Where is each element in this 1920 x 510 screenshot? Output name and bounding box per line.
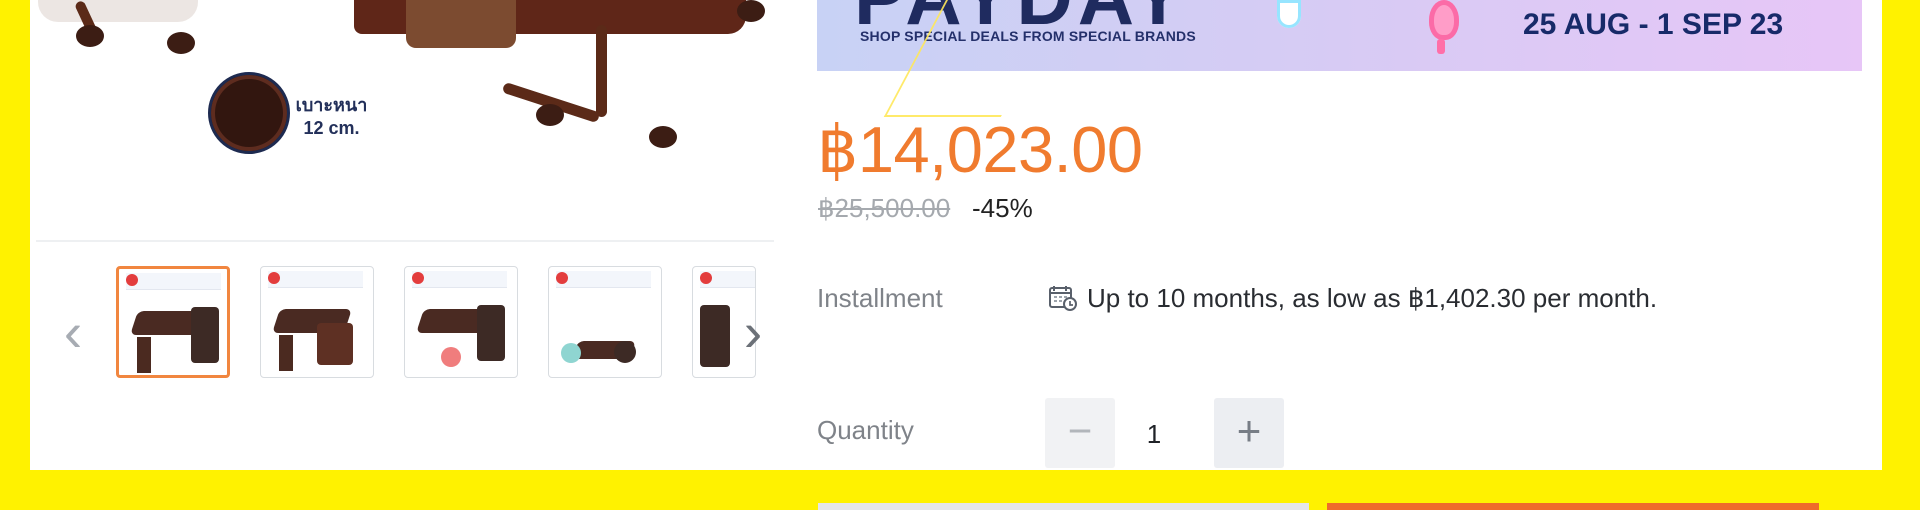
current-price: ฿14,023.00 <box>817 113 1143 186</box>
storage-box-thumbnail <box>477 305 505 361</box>
thumbnail-3[interactable] <box>404 266 518 378</box>
quantity-increase-button[interactable]: + <box>1214 398 1284 468</box>
partial-bottom-action-gray[interactable] <box>818 503 1309 510</box>
wheel-icon <box>649 126 677 148</box>
pink-balloon-icon <box>1429 0 1459 54</box>
discount-percent: -45% <box>972 193 1033 223</box>
wheel-icon <box>76 25 104 47</box>
quantity-label: Quantity <box>817 415 914 445</box>
thumbnail-header-strip <box>556 271 651 288</box>
product-purchase-panel: PAYDAY SHOP SPECIAL DEALS FROM SPECIAL B… <box>817 0 1882 470</box>
next-thumbnail-button[interactable]: › <box>733 305 773 360</box>
wheel-icon <box>737 0 765 22</box>
wheel-icon <box>536 104 564 126</box>
quantity-decrease-button[interactable]: − <box>1045 398 1115 468</box>
bed-stand-thumbnail <box>279 335 293 371</box>
payday-date-range: 25 AUG - 1 SEP 23 <box>1523 8 1784 41</box>
side-storage-bag <box>406 0 516 48</box>
brand-logo-icon <box>700 272 712 284</box>
brand-logo-icon <box>412 272 424 284</box>
brand-logo-icon <box>268 272 280 284</box>
lightbulb-balloon-icon <box>1277 0 1301 28</box>
product-page-panel: เบาะหนา 12 cm. ‹ › SHOP SPECIAL DEALS FR… <box>30 0 1882 470</box>
thumbnail-header-strip <box>412 271 507 288</box>
quantity-value[interactable]: 1 <box>1139 419 1169 450</box>
mattress-sample-icon <box>208 72 290 154</box>
image-bed-shadow <box>38 0 198 22</box>
storage-box-thumbnail <box>614 341 636 363</box>
thumbnail-carousel: ‹ › <box>30 248 775 398</box>
original-price: ฿25,500.00 <box>818 193 951 223</box>
storage-box-thumbnail <box>317 323 353 365</box>
storage-box-thumbnail <box>191 307 219 363</box>
installment-details: Up to 10 months, as low as ฿1,402.30 per… <box>1087 283 1658 313</box>
thumbnail-4[interactable] <box>548 266 662 378</box>
storage-box-thumbnail <box>700 305 730 367</box>
brand-logo-icon <box>556 272 568 284</box>
thumbnail-2[interactable] <box>260 266 374 378</box>
accessory-thumbnail <box>441 347 461 367</box>
thumbnail-header-strip <box>126 273 221 290</box>
wheel-icon <box>167 32 195 54</box>
bed-leg-right-decor <box>596 25 607 117</box>
brand-logo-icon <box>126 274 138 286</box>
thumbnail-header-strip <box>268 271 363 288</box>
installment-label: Installment <box>817 283 943 313</box>
mattress-thickness-label: เบาะหนา 12 cm. <box>295 95 368 138</box>
calendar-icon <box>1049 286 1077 311</box>
partial-bottom-action-orange[interactable] <box>1327 503 1819 510</box>
main-product-image: เบาะหนา 12 cm. <box>36 0 774 242</box>
bed-stand-thumbnail <box>137 337 151 373</box>
thumbnail-1[interactable] <box>116 266 230 378</box>
product-image-gallery: เบาะหนา 12 cm. ‹ › <box>30 0 775 470</box>
accessory-thumbnail <box>561 343 581 363</box>
previous-thumbnail-button[interactable]: ‹ <box>53 305 93 360</box>
